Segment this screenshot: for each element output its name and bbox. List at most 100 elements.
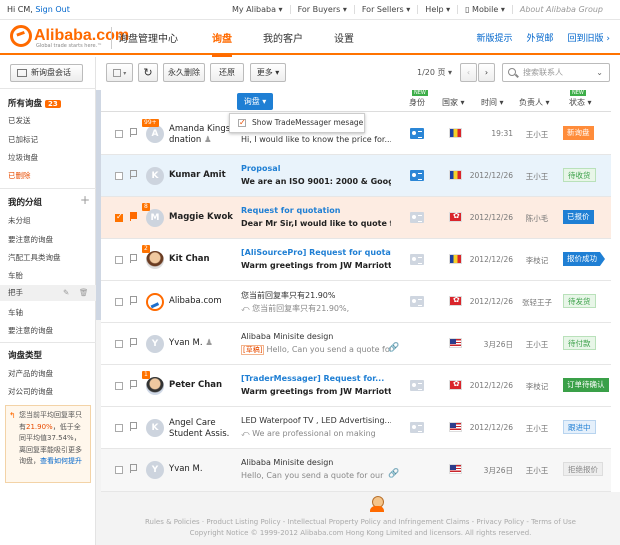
owner-column-header[interactable]: 负责人 ▾ — [519, 97, 550, 108]
status-badge[interactable]: 待付款 — [563, 336, 596, 350]
contact-name[interactable]: Angel Care Student Assis. — [169, 418, 233, 440]
sidebar-group-ungrouped[interactable]: 未分组 — [8, 215, 31, 226]
nav-settings[interactable]: 设置 — [334, 30, 354, 57]
inquiry-filter-dropdown[interactable]: 询盘 ▾ — [237, 93, 273, 110]
for-buyers-menu[interactable]: For Buyers ▾ — [289, 5, 354, 14]
add-group-icon[interactable]: + — [80, 193, 90, 207]
table-row[interactable]: 2 Kit Chan [AliSourcePro] Request for qu… — [101, 239, 611, 281]
status-badge[interactable]: 新询盘 — [563, 126, 594, 140]
status-badge[interactable]: 跟进中 — [563, 420, 596, 434]
new-version-tip-link[interactable]: 新版提示 — [477, 31, 513, 44]
status-badge[interactable]: 待收货 — [563, 168, 596, 182]
flag-icon[interactable] — [130, 128, 137, 137]
message-subject[interactable]: Proposal — [241, 164, 391, 173]
table-row[interactable]: 1 Peter Chan [TraderMessager] Request fo… — [101, 365, 611, 407]
sidebar-group-axle[interactable]: 车轴 — [8, 307, 23, 318]
sidebar-group-handles[interactable]: 把手 ✎ 🗑 — [0, 285, 96, 301]
message-preview[interactable]: Warm greetings from JW Marriott Hotel — [241, 261, 391, 270]
message-subject[interactable]: LED Waterpoof TV , LED Advertising... — [241, 416, 391, 425]
search-input[interactable]: 搜索联系人 ⌄ — [502, 63, 610, 82]
trash-icon[interactable]: 🗑 — [79, 285, 89, 301]
message-preview[interactable]: ⤺ We are professional on making — [241, 429, 391, 439]
message-subject[interactable]: 您当前回复率只有21.90% — [241, 290, 391, 301]
table-row[interactable]: K Kumar Amit Proposal We are an ISO 9001… — [101, 155, 611, 197]
table-row[interactable]: Y Yvan M. ♟ Alibaba Minisite design [草稿]… — [101, 323, 611, 365]
identity-column-header[interactable]: 身份 — [409, 97, 425, 108]
restore-button[interactable]: 还原 — [210, 63, 244, 82]
message-preview[interactable]: Hi, I would like to know the price for..… — [241, 135, 391, 144]
refresh-button[interactable]: ↻ — [138, 63, 158, 82]
next-page-button[interactable]: › — [478, 63, 495, 82]
sidebar-group-attention[interactable]: 要注意的询盘 — [8, 234, 53, 245]
help-menu[interactable]: Help ▾ — [417, 5, 457, 14]
message-subject[interactable]: [TraderMessager] Request for... — [241, 374, 391, 383]
message-preview[interactable]: ⤺ 您当前回复率只有21.90%, — [241, 303, 391, 314]
contact-name[interactable]: Peter Chan — [169, 380, 233, 391]
message-subject[interactable]: Request for quotation — [241, 206, 391, 215]
contact-name[interactable]: Yvan M. ♟ — [169, 338, 233, 349]
contact-name[interactable]: Kumar Amit — [169, 170, 233, 181]
page-indicator[interactable]: 1/20 页 ▾ — [417, 67, 452, 78]
sidebar-type-company[interactable]: 对公司的询盘 — [8, 386, 53, 397]
select-all-checkbox[interactable]: ▾ — [106, 63, 133, 82]
mobile-menu[interactable]: ▯ Mobile ▾ — [457, 5, 512, 14]
row-checkbox[interactable] — [115, 466, 123, 474]
row-checkbox[interactable] — [115, 424, 123, 432]
contact-name[interactable]: Maggie Kwok — [169, 212, 233, 223]
row-checkbox[interactable] — [115, 172, 123, 180]
message-preview[interactable]: Hello, Can you send a quote for our — [241, 471, 391, 480]
about-link[interactable]: About Alibaba Group — [511, 5, 610, 14]
flag-icon[interactable] — [130, 422, 137, 431]
row-checkbox[interactable] — [115, 256, 123, 264]
status-column-header[interactable]: 状态 ▾ — [569, 97, 592, 108]
table-row[interactable]: Alibaba.com 您当前回复率只有21.90% ⤺ 您当前回复率只有21.… — [101, 281, 611, 323]
alibaba-logo[interactable]: Alibaba.com Global trade starts here.™ — [10, 25, 129, 49]
flag-icon[interactable] — [130, 338, 137, 347]
table-row[interactable]: Y Yvan M. Alibaba Minisite design Hello,… — [101, 449, 611, 492]
trade-mail-link[interactable]: 外贸邮 — [527, 31, 554, 44]
time-column-header[interactable]: 时间 ▾ — [481, 97, 504, 108]
message-subject[interactable]: Alibaba Minisite design — [241, 458, 391, 467]
flag-icon[interactable] — [130, 254, 137, 263]
sign-out-link[interactable]: Sign Out — [35, 5, 70, 14]
flag-icon[interactable] — [130, 170, 137, 179]
row-checkbox[interactable] — [115, 382, 123, 390]
status-badge[interactable]: 报价成功 — [563, 252, 605, 266]
flag-icon[interactable] — [130, 380, 137, 389]
status-badge[interactable]: 待发货 — [563, 294, 596, 308]
country-column-header[interactable]: 国家 ▾ — [442, 97, 465, 108]
nav-inquiry[interactable]: 询盘 — [212, 30, 232, 57]
status-badge[interactable]: 已报价 — [563, 210, 594, 224]
sidebar-group-attention-2[interactable]: 要注意的询盘 — [8, 325, 53, 336]
message-preview[interactable]: Dear Mr Sir,I would like to quote for — [241, 219, 391, 228]
sidebar-type-product[interactable]: 对产品的询盘 — [8, 368, 53, 379]
message-subject[interactable]: Alibaba Minisite design — [241, 332, 391, 341]
message-subject[interactable]: [AliSourcePro] Request for quotation... — [241, 248, 391, 257]
promo-link[interactable]: 查看如何提升 — [40, 457, 82, 465]
row-checkbox[interactable] — [115, 340, 123, 348]
table-row[interactable]: K Angel Care Student Assis. LED Waterpoo… — [101, 407, 611, 449]
row-checkbox[interactable] — [115, 298, 123, 306]
my-alibaba-menu[interactable]: My Alibaba ▾ — [225, 5, 290, 14]
edit-icon[interactable]: ✎ — [63, 285, 69, 301]
nav-my-customers[interactable]: 我的客户 — [263, 30, 303, 57]
message-preview[interactable]: Warm greetings from JW Marriott — [241, 387, 391, 396]
flag-icon[interactable] — [130, 212, 137, 221]
sidebar-item-sent[interactable]: 已发送 — [8, 115, 31, 126]
sidebar-group-tires[interactable]: 车胎 — [8, 270, 23, 281]
table-row[interactable]: 8 M Maggie Kwok Request for quotation De… — [101, 197, 611, 239]
show-trademessager-option[interactable]: Show TradeMessager mesage — [229, 113, 365, 133]
more-button[interactable]: 更多 ▾ — [250, 63, 286, 82]
prev-page-button[interactable]: ‹ — [460, 63, 477, 82]
contact-name[interactable]: Yvan M. — [169, 464, 233, 475]
contact-name[interactable]: Amanda Kings dnation ♟ — [169, 124, 233, 146]
status-badge[interactable]: 订单待确认 — [563, 378, 609, 392]
sidebar-item-flagged[interactable]: 已加标记 — [8, 134, 38, 145]
sidebar-all-inquiries[interactable]: 所有询盘 23 — [8, 97, 61, 109]
new-inquiry-button[interactable]: 新询盘会话 — [10, 64, 83, 82]
status-badge[interactable]: 拒绝报价 — [563, 462, 603, 476]
for-sellers-menu[interactable]: For Sellers ▾ — [353, 5, 417, 14]
sidebar-item-spam[interactable]: 垃圾询盘 — [8, 152, 38, 163]
message-preview[interactable]: [草稿] Hello, Can you send a quote for — [241, 345, 391, 355]
sidebar-group-auto-parts[interactable]: 汽配工具类询盘 — [8, 252, 61, 263]
